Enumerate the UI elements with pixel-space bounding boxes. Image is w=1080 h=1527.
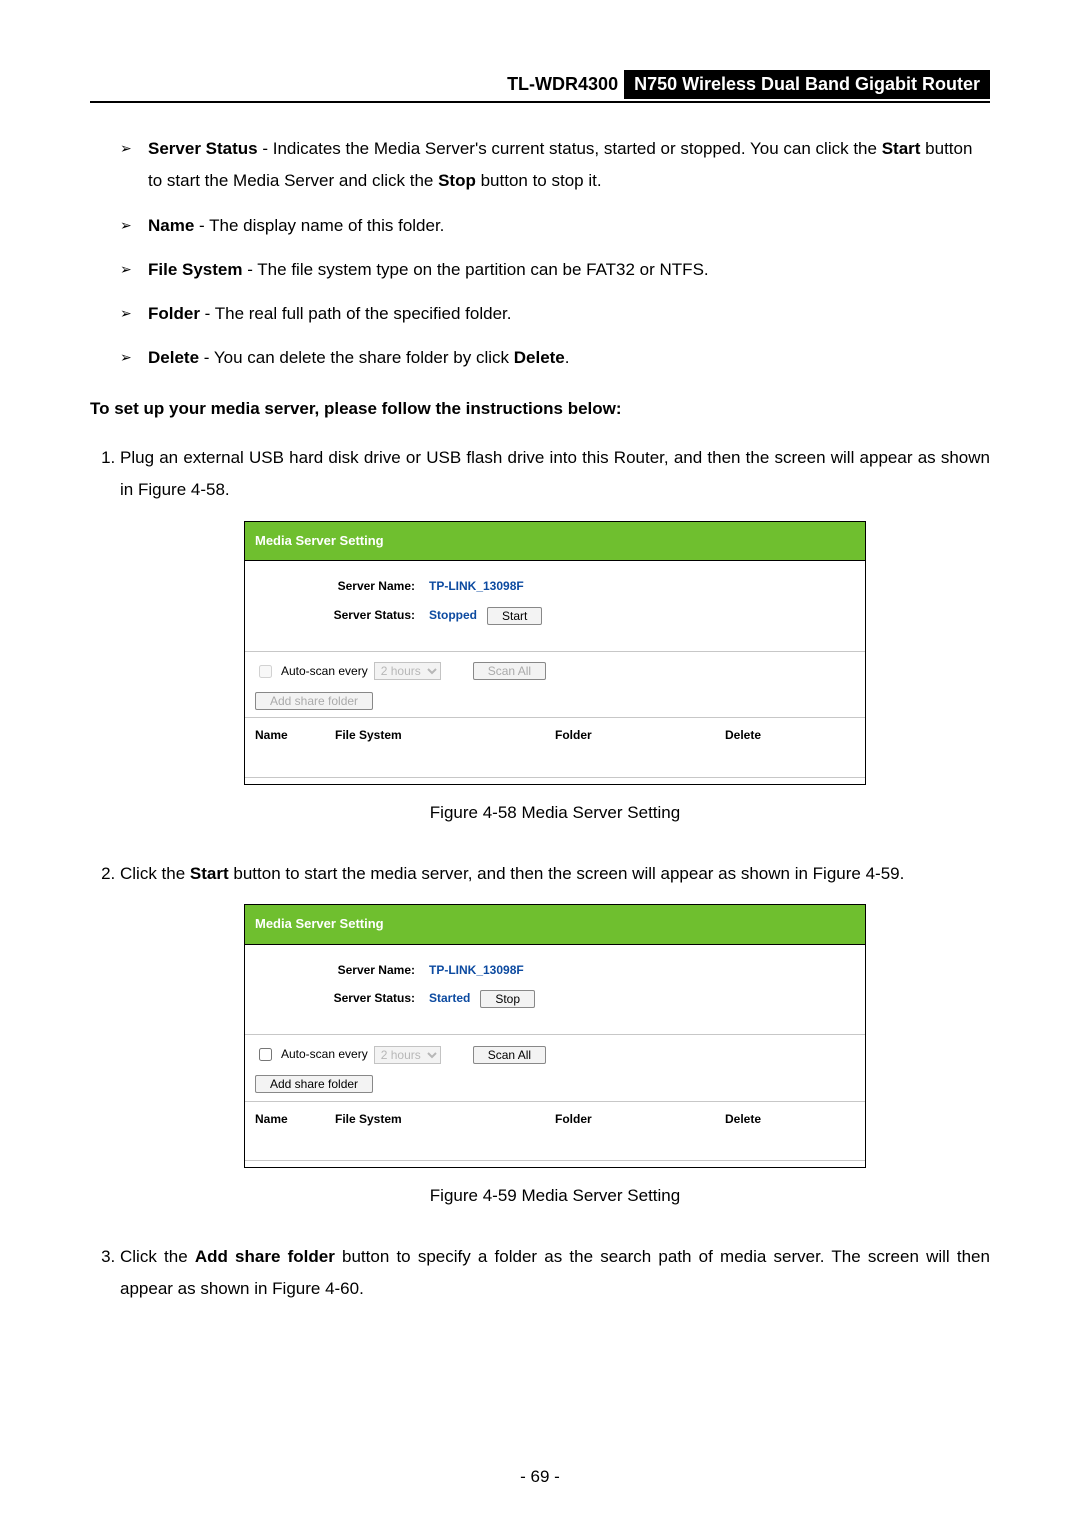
bullet-server-status: Server Status - Indicates the Media Serv… (120, 133, 990, 198)
table-header: Name File System Folder Delete (245, 717, 865, 777)
inline-bold: Stop (438, 171, 476, 190)
figure-ref: Figure 4-58 (138, 480, 225, 499)
figure-ref: Figure 4-60 (272, 1279, 359, 1298)
auto-scan-checkbox[interactable] (259, 665, 272, 678)
text: button to start the media server, and th… (229, 864, 813, 883)
term: Server Status (148, 139, 258, 158)
col-folder: Folder (555, 724, 725, 747)
panel-title: Media Server Setting (245, 905, 865, 945)
server-name-value[interactable]: TP-LINK_13098F (429, 959, 524, 982)
product-name: N750 Wireless Dual Band Gigabit Router (624, 70, 990, 99)
server-status-value: Stopped (429, 604, 477, 627)
scan-all-button[interactable]: Scan All (473, 1046, 546, 1064)
inline-bold: Add share folder (195, 1247, 335, 1266)
auto-scan-label: Auto-scan every (281, 1043, 368, 1066)
step-3: Click the Add share folder button to spe… (120, 1241, 990, 1306)
col-folder: Folder (555, 1108, 725, 1131)
text: Click the (120, 864, 190, 883)
figure-4-58: Media Server Setting Server Name: TP-LIN… (244, 521, 866, 786)
text: Click the (120, 1247, 195, 1266)
auto-scan-select[interactable]: 2 hours (374, 1046, 441, 1064)
stop-button[interactable]: Stop (480, 990, 535, 1008)
step-2: Click the Start button to start the medi… (120, 858, 990, 1213)
bullet-folder: Folder - The real full path of the speci… (120, 298, 990, 330)
term: File System (148, 260, 243, 279)
panel-title: Media Server Setting (245, 522, 865, 562)
text: button to stop it. (476, 171, 602, 190)
figure-4-59: Media Server Setting Server Name: TP-LIN… (244, 904, 866, 1169)
term: Delete (148, 348, 199, 367)
figure-ref: Figure 4-59 (813, 864, 900, 883)
auto-scan-label: Auto-scan every (281, 660, 368, 683)
start-button[interactable]: Start (487, 607, 542, 625)
figure-caption-59: Figure 4-59 Media Server Setting (120, 1180, 990, 1212)
server-status-value: Started (429, 987, 470, 1010)
col-delete: Delete (725, 724, 805, 747)
bullet-file-system: File System - The file system type on th… (120, 254, 990, 286)
text: - The real full path of the specified fo… (200, 304, 512, 323)
col-file-system: File System (335, 724, 555, 747)
server-status-label: Server Status: (255, 604, 429, 627)
definition-list: Server Status - Indicates the Media Serv… (90, 133, 990, 375)
server-name-label: Server Name: (255, 959, 429, 982)
page-number: - 69 - (0, 1467, 1080, 1487)
model-code: TL-WDR4300 (507, 74, 624, 94)
inline-bold: Delete (514, 348, 565, 367)
inline-bold: Start (882, 139, 921, 158)
text: - You can delete the share folder by cli… (199, 348, 514, 367)
server-status-label: Server Status: (255, 987, 429, 1010)
text: . (225, 480, 230, 499)
col-file-system: File System (335, 1108, 555, 1131)
table-header: Name File System Folder Delete (245, 1101, 865, 1161)
bullet-name: Name - The display name of this folder. (120, 210, 990, 242)
text: Plug an external USB hard disk drive or … (120, 448, 990, 499)
page-header: TL-WDR4300N750 Wireless Dual Band Gigabi… (90, 70, 990, 103)
text: - Indicates the Media Server's current s… (258, 139, 882, 158)
add-share-folder-button[interactable]: Add share folder (255, 692, 373, 710)
term: Name (148, 216, 194, 235)
text: . (359, 1279, 364, 1298)
figure-caption-58: Figure 4-58 Media Server Setting (120, 797, 990, 829)
inline-bold: Start (190, 864, 229, 883)
server-name-value[interactable]: TP-LINK_13098F (429, 575, 524, 598)
steps-list: Plug an external USB hard disk drive or … (90, 442, 990, 1305)
text: . (565, 348, 570, 367)
col-name: Name (255, 724, 335, 747)
col-delete: Delete (725, 1108, 805, 1131)
step-1: Plug an external USB hard disk drive or … (120, 442, 990, 829)
add-share-folder-button[interactable]: Add share folder (255, 1075, 373, 1093)
col-name: Name (255, 1108, 335, 1131)
scan-all-button[interactable]: Scan All (473, 662, 546, 680)
text: - The display name of this folder. (194, 216, 444, 235)
text: . (900, 864, 905, 883)
bullet-delete: Delete - You can delete the share folder… (120, 342, 990, 374)
term: Folder (148, 304, 200, 323)
auto-scan-checkbox[interactable] (259, 1048, 272, 1061)
text: - The file system type on the partition … (243, 260, 709, 279)
auto-scan-select[interactable]: 2 hours (374, 662, 441, 680)
instruction-heading: To set up your media server, please foll… (90, 393, 990, 425)
server-name-label: Server Name: (255, 575, 429, 598)
